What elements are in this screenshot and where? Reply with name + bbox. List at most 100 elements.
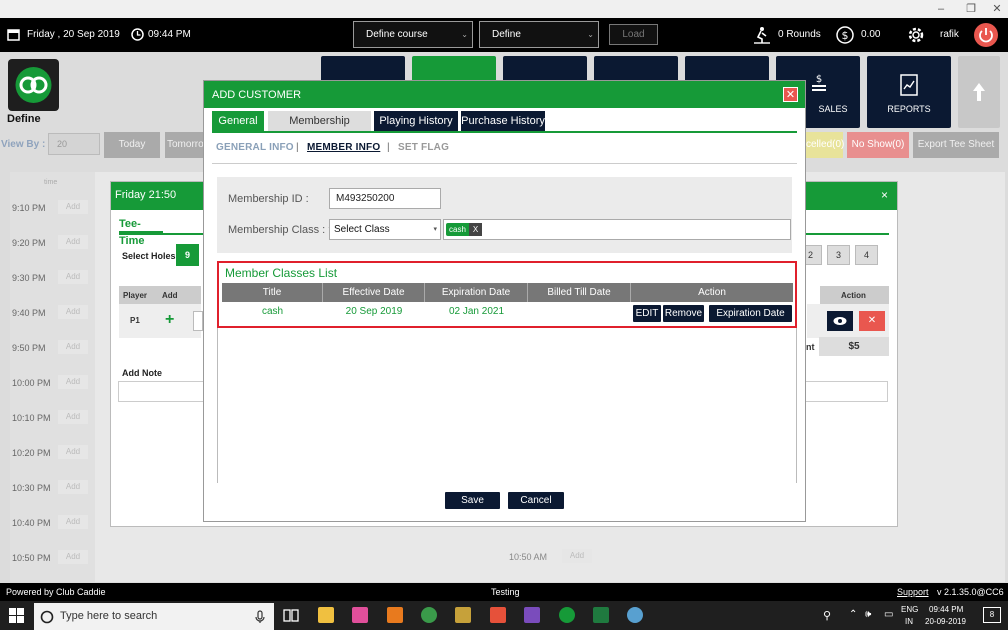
task-view-icon[interactable] <box>283 608 299 623</box>
save-button[interactable]: Save <box>445 492 500 509</box>
minimize-button[interactable]: – <box>932 1 950 17</box>
view-by-select[interactable]: 20 <box>48 133 100 155</box>
tee-time-tab[interactable]: Tee-Time <box>119 216 163 247</box>
note-input-left[interactable] <box>118 381 211 402</box>
time-slot-add-button[interactable]: Add <box>58 375 88 389</box>
col-title: Title <box>222 283 323 302</box>
class-tags-field[interactable]: cash X <box>443 219 791 240</box>
time-slot-add-button[interactable]: Add <box>58 340 88 354</box>
time-slot: 9:40 PM Add <box>12 305 88 319</box>
edit-button[interactable]: EDIT <box>633 305 661 322</box>
scroll-up-button[interactable] <box>958 56 1000 128</box>
time-slot-add-button[interactable]: Add <box>58 270 88 284</box>
logo-icon <box>15 67 52 103</box>
note-input-right[interactable] <box>805 381 888 402</box>
today-button[interactable]: Today <box>104 132 160 158</box>
holes-9-button[interactable]: 9 <box>176 244 199 266</box>
time-slot-add-button[interactable]: Add <box>58 235 88 249</box>
slack-icon[interactable] <box>352 607 368 623</box>
chrome-icon[interactable] <box>421 607 437 623</box>
microphone-icon[interactable] <box>255 610 265 624</box>
time-slot-add-button[interactable]: Add <box>58 550 88 564</box>
file-explorer-icon[interactable] <box>318 607 334 623</box>
expiration-date-button[interactable]: Expiration Date <box>709 305 792 322</box>
brand-label: Define <box>7 113 41 125</box>
network-icon[interactable]: ▭ <box>884 609 893 620</box>
remove-button[interactable]: Remove <box>663 305 704 322</box>
support-link[interactable]: Support <box>897 587 929 597</box>
subtab-set-flag[interactable]: SET FLAG <box>398 142 449 153</box>
export-tee-sheet-button[interactable]: Export Tee Sheet <box>913 132 999 158</box>
sublime-icon[interactable] <box>387 607 403 623</box>
git-icon[interactable] <box>490 607 506 623</box>
tab-playing-history[interactable]: Playing History <box>374 111 458 131</box>
app-icon-5[interactable] <box>455 607 471 623</box>
restore-button[interactable]: ❐ <box>962 1 980 17</box>
membership-id-input[interactable]: M493250200 <box>329 188 441 209</box>
people-icon[interactable]: ⚲ <box>823 609 831 622</box>
arrow-up-icon <box>973 83 985 101</box>
subtab-member-info[interactable]: MEMBER INFO <box>307 142 380 153</box>
close-window-button[interactable]: ✕ <box>988 1 1006 17</box>
time-slot: 9:10 PM Add <box>12 200 88 214</box>
no-show-button[interactable]: No Show(0) <box>847 132 909 158</box>
modal-close-button[interactable]: ✕ <box>783 87 798 102</box>
cancel-button[interactable]: Cancel <box>508 492 564 509</box>
col-player: Player <box>123 291 148 300</box>
time-slot-add-button[interactable]: Add <box>58 515 88 529</box>
list-title: Member Classes List <box>225 266 338 280</box>
define-select[interactable]: Define ⌄ <box>479 21 599 48</box>
select-holes-label: Select Holes <box>122 251 176 261</box>
taskbar-search[interactable]: Type here to search <box>34 603 274 630</box>
time-slot-add-button[interactable]: Add <box>58 410 88 424</box>
time-slot: 9:20 PM Add <box>12 235 88 249</box>
notification-icon[interactable]: 8 <box>983 607 1001 623</box>
lang-code[interactable]: ENG <box>901 605 918 614</box>
app-icon-10[interactable] <box>627 607 643 623</box>
holes-3-button[interactable]: 3 <box>827 245 850 265</box>
tab-purchase-history[interactable]: Purchase History <box>461 111 545 131</box>
close-icon[interactable]: × <box>881 182 888 208</box>
volume-icon[interactable]: 🕪 <box>865 609 871 620</box>
tab-general[interactable]: General <box>212 111 264 131</box>
time-slot-add-button[interactable]: Add <box>58 480 88 494</box>
tomorrow-button[interactable]: Tomorro <box>165 132 205 158</box>
class-select[interactable]: Select Class ▾ <box>329 219 441 240</box>
tray-chevron-icon[interactable]: ⌃ <box>849 609 857 620</box>
subtab-general-info[interactable]: GENERAL INFO <box>216 142 294 153</box>
time-slot-add-button[interactable]: Add <box>58 200 88 214</box>
excel-icon[interactable] <box>593 607 609 623</box>
tab-membership[interactable]: Membership <box>268 111 371 131</box>
player-input[interactable] <box>193 311 203 331</box>
nav-tile-reports[interactable]: REPORTS <box>867 56 951 128</box>
tray-time[interactable]: 09:44 PM <box>929 605 963 614</box>
gear-icon[interactable] <box>906 25 926 45</box>
delete-button[interactable]: ✕ <box>859 311 885 331</box>
membership-class-label: Membership Class : ? <box>228 224 335 236</box>
club-caddie-icon[interactable] <box>559 607 575 623</box>
view-button[interactable] <box>827 311 853 331</box>
schedule-header: time <box>44 179 58 186</box>
time-slot-label: 10:10 PM <box>12 413 51 423</box>
chevron-down-icon: ⌄ <box>461 30 468 39</box>
nt-label: nt <box>806 342 815 352</box>
tee-action-header: Action <box>820 286 889 304</box>
balance-amount: 0.00 <box>861 29 881 40</box>
windows-start-icon[interactable] <box>9 608 24 623</box>
holes-4-button[interactable]: 4 <box>855 245 878 265</box>
time-slot-add-button[interactable]: Add <box>58 445 88 459</box>
col-effective-date: Effective Date <box>323 283 425 302</box>
modal-title: ADD CUSTOMER <box>212 89 302 101</box>
course-select[interactable]: Define course ⌄ <box>353 21 473 48</box>
view-by-value: 20 <box>57 139 68 149</box>
plus-icon[interactable]: + <box>165 311 174 329</box>
visual-studio-icon[interactable] <box>524 607 540 623</box>
clock-icon <box>131 28 144 41</box>
cancelled-button[interactable]: celled(0) <box>806 132 844 158</box>
power-icon[interactable] <box>973 22 999 48</box>
time-slot-label: 10:40 PM <box>12 518 51 528</box>
class-tag-remove[interactable]: X <box>469 223 482 236</box>
load-button[interactable]: Load <box>609 24 658 45</box>
right-slot-add[interactable]: Add <box>562 549 592 563</box>
time-slot-add-button[interactable]: Add <box>58 305 88 319</box>
